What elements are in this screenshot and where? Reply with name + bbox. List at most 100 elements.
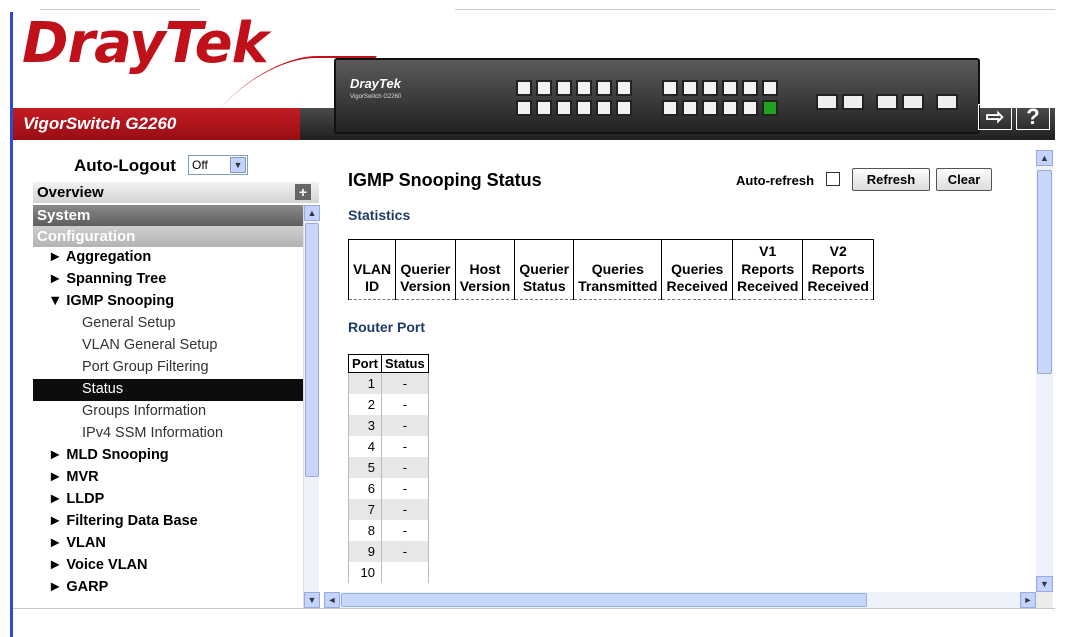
model-name: VigorSwitch G2260 <box>23 114 177 133</box>
table-row: 1- <box>348 372 429 394</box>
ethernet-port <box>576 100 592 116</box>
ethernet-port <box>576 80 592 96</box>
statistics-column-header: Queries Transmitted <box>573 239 663 300</box>
sidebar-item[interactable]: General Setup <box>33 313 319 335</box>
statistics-column-header: Querier Version <box>395 239 456 300</box>
ethernet-port <box>702 80 718 96</box>
router-port-heading: Router Port <box>348 319 425 335</box>
column-header-line: Status <box>522 278 566 294</box>
column-header-line: Received <box>736 278 799 294</box>
statistics-column-header: V1 Reports Received <box>731 239 804 300</box>
port-status: - <box>381 435 429 457</box>
chevron-down-icon[interactable]: ▼ <box>230 157 246 173</box>
ethernet-port <box>556 100 572 116</box>
sidebar-item[interactable]: ► MLD Snooping <box>33 445 319 467</box>
col-port: Port <box>348 354 382 373</box>
column-header-line: Reports <box>811 260 865 277</box>
column-header-line: Version <box>459 278 511 294</box>
port-status: - <box>381 393 429 415</box>
sfp-port <box>902 94 924 110</box>
ethernet-port <box>662 100 678 116</box>
auto-refresh-checkbox[interactable] <box>826 172 840 186</box>
table-row: 9- <box>348 540 429 562</box>
router-port-table: Port Status 1-2-3-4-5-6-7-8-9-10 <box>348 354 429 583</box>
sidebar-item[interactable]: Groups Information <box>33 401 319 423</box>
port-status: - <box>381 477 429 499</box>
ethernet-port <box>516 100 532 116</box>
ethernet-port <box>516 80 532 96</box>
sidebar-item[interactable]: ► Filtering Data Base <box>33 511 319 533</box>
port-status: - <box>381 456 429 478</box>
sidebar-item[interactable]: ► Aggregation <box>33 247 319 269</box>
table-row: 8- <box>348 519 429 541</box>
menu-overview[interactable]: Overview + <box>33 182 319 203</box>
column-header-line: ID <box>365 278 380 294</box>
switch-front-panel-image: DrayTek VigorSwitch G2260 <box>334 58 980 134</box>
column-header-line: Queries <box>591 260 644 277</box>
port-number: 9 <box>348 540 382 562</box>
column-header-line: Received <box>666 278 728 294</box>
sfp-port <box>936 94 958 110</box>
statistics-column-header: VLAN ID <box>347 239 397 300</box>
column-header-line: Transmitted <box>578 278 658 294</box>
ethernet-port <box>702 100 718 116</box>
sidebar-item[interactable]: ► Voice VLAN <box>33 555 319 577</box>
table-row: 10 <box>348 561 429 583</box>
help-icon[interactable]: ? <box>1016 104 1050 130</box>
sidebar-scrollbar[interactable]: ▲ ▼ <box>303 205 320 608</box>
table-row: 2- <box>348 393 429 415</box>
scroll-up-icon[interactable]: ▲ <box>1036 150 1053 166</box>
port-number: 5 <box>348 456 382 478</box>
auto-logout-value: Off <box>192 158 208 172</box>
port-group-2 <box>662 80 778 116</box>
statistics-heading: Statistics <box>348 207 411 223</box>
scrollbar-thumb[interactable] <box>341 593 867 607</box>
scrollbar-thumb[interactable] <box>1037 170 1052 374</box>
ethernet-port <box>762 100 778 116</box>
sidebar-item[interactable]: ► LLDP <box>33 489 319 511</box>
scroll-down-icon[interactable]: ▼ <box>1036 576 1053 592</box>
content-vertical-scrollbar[interactable]: ▲ ▼ <box>1036 150 1053 592</box>
scrollbar-thumb[interactable] <box>305 223 319 477</box>
scroll-right-icon[interactable]: ► <box>1020 592 1036 608</box>
sidebar-item[interactable]: Port Group Filtering <box>33 357 319 379</box>
ethernet-port <box>536 100 552 116</box>
port-status: - <box>381 519 429 541</box>
sidebar-item[interactable]: IPv4 SSM Information <box>33 423 319 445</box>
clear-button[interactable]: Clear <box>936 168 992 191</box>
ethernet-port <box>762 80 778 96</box>
ethernet-port <box>596 100 612 116</box>
column-header-line: Querier <box>519 260 570 277</box>
statistics-table: VLAN ID Querier Version Host Version Querier St… <box>347 239 874 300</box>
scroll-up-icon[interactable]: ▲ <box>304 205 320 221</box>
port-number: 6 <box>348 477 382 499</box>
ethernet-port <box>722 80 738 96</box>
auto-logout-select[interactable]: Off ▼ <box>188 155 248 175</box>
ethernet-port <box>722 100 738 116</box>
port-number: 10 <box>348 561 382 583</box>
ethernet-port <box>742 80 758 96</box>
refresh-button[interactable]: Refresh <box>852 168 930 191</box>
sidebar-item[interactable]: VLAN General Setup <box>33 335 319 357</box>
draytek-logo: DrayTek <box>22 11 269 76</box>
column-header-line: Querier <box>400 260 451 277</box>
sidebar-item[interactable]: Status <box>33 379 319 401</box>
sidebar-item[interactable]: ► MVR <box>33 467 319 489</box>
scroll-down-icon[interactable]: ▼ <box>304 592 320 608</box>
menu-system[interactable]: System <box>33 205 319 226</box>
column-header-line: Received <box>807 278 869 294</box>
content-horizontal-scrollbar[interactable]: ◄ ► <box>324 592 1036 608</box>
port-number: 3 <box>348 414 382 436</box>
port-status: - <box>381 372 429 394</box>
ethernet-port <box>662 80 678 96</box>
sidebar-item[interactable]: ▼ IGMP Snooping <box>33 291 319 313</box>
logout-icon[interactable]: ⇨ <box>978 104 1012 130</box>
table-row: 5- <box>348 456 429 478</box>
sidebar-item[interactable]: ► VLAN <box>33 533 319 555</box>
scroll-left-icon[interactable]: ◄ <box>324 592 340 608</box>
sfp-port <box>876 94 898 110</box>
sidebar-item[interactable]: ► GARP <box>33 577 319 599</box>
expand-plus-icon[interactable]: + <box>295 184 311 200</box>
sidebar-item[interactable]: ► Spanning Tree <box>33 269 319 291</box>
menu-configuration[interactable]: Configuration <box>33 226 319 247</box>
